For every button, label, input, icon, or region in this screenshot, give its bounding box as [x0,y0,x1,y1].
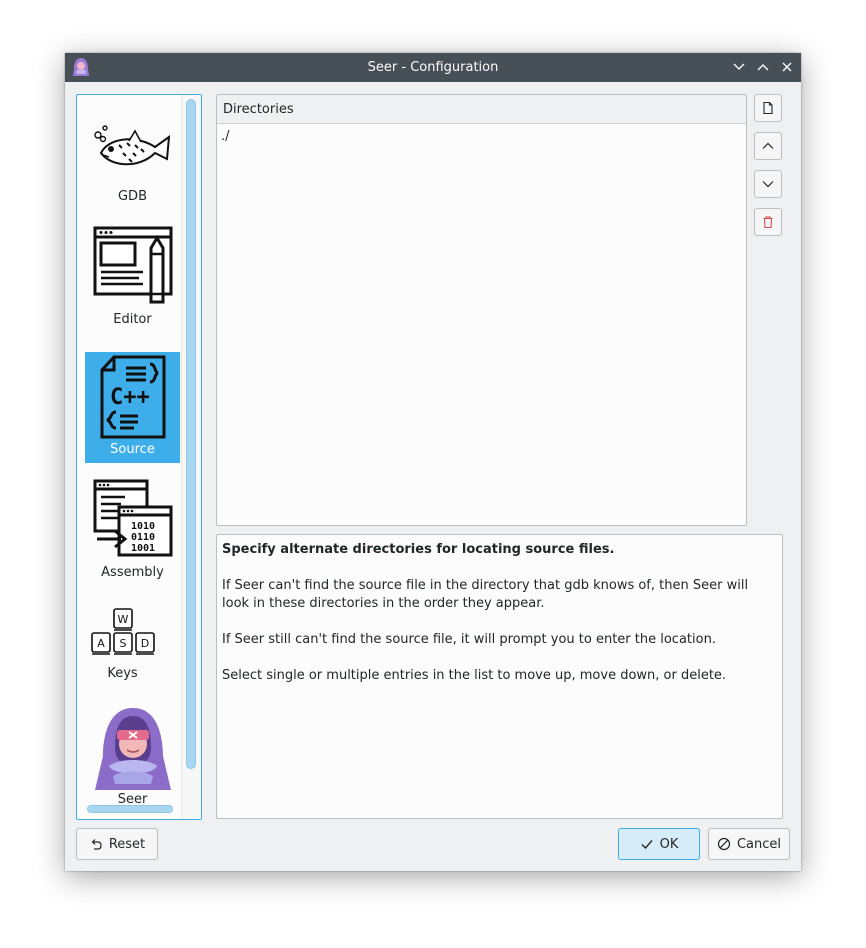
title-bar: Seer - Configuration [65,53,801,82]
cancel-button[interactable]: Cancel [708,828,790,860]
sidebar-item-editor[interactable]: Editor [85,222,180,333]
cpp-source-icon: C++ [100,355,165,439]
undo-icon [91,839,102,850]
chevron-up-icon [762,142,774,149]
sidebar-item-seer[interactable]: Seer [85,702,180,813]
help-paragraph-2: If Seer still can't find the source file… [222,632,716,647]
key-a: A [97,637,105,650]
chevron-down-icon [762,181,774,188]
svg-text:0110: 0110 [131,532,155,543]
sidebar-item-label: GDB [117,189,147,204]
help-paragraph-1: If Seer can't find the source file in th… [222,578,749,611]
configuration-dialog: Seer - Configuration GDB Editor C++ Sour… [65,53,801,871]
help-paragraph-3: Select single or multiple entries in the… [222,668,727,683]
add-entry-button[interactable] [754,94,782,122]
checkmark-icon [641,840,653,850]
sidebar-item-gdb[interactable]: GDB [85,99,180,210]
sidebar-item-keys[interactable]: W A S D Keys [85,598,180,688]
chevron-up-icon [757,64,769,71]
editor-icon [93,226,172,304]
assembly-icon: 1010 0110 1001 [93,479,172,557]
directories-list[interactable]: Directories ./ [216,94,747,526]
category-list[interactable]: GDB Editor C++ Source 1010 0110 1001 Ass… [76,94,202,820]
seer-hooded-icon [94,708,171,790]
sidebar-item-source[interactable]: C++ Source [85,352,180,463]
move-down-button[interactable] [754,170,782,198]
help-heading: Specify alternate directories for locati… [222,542,615,557]
key-w: W [117,613,128,626]
minimize-button[interactable] [731,59,747,75]
sidebar-item-assembly[interactable]: 1010 0110 1001 Assembly [85,475,180,586]
directories-header[interactable]: Directories [217,95,746,124]
move-up-button[interactable] [754,132,782,160]
vertical-scrollbar[interactable] [186,99,196,769]
svg-text:1001: 1001 [131,543,155,554]
ok-button[interactable]: OK [618,828,700,860]
gdb-fish-icon [93,125,170,166]
trash-icon [763,216,773,229]
svg-text:C++: C++ [110,385,150,410]
sidebar-item-label: Assembly [101,565,164,580]
horizontal-scrollbar[interactable] [87,805,173,813]
sidebar-item-label: Keys [107,666,138,681]
cancel-icon [717,837,731,851]
chevron-down-icon [733,63,745,70]
sidebar-item-label: Editor [113,312,152,327]
key-d: D [140,637,148,650]
svg-text:1010: 1010 [131,521,155,532]
close-button[interactable] [779,59,795,75]
reset-button[interactable]: Reset [76,828,158,860]
new-document-icon [763,101,773,115]
maximize-button[interactable] [755,59,771,75]
close-icon [782,62,792,72]
key-s: S [119,637,126,650]
delete-entry-button[interactable] [754,208,782,236]
window-title: Seer - Configuration [367,60,499,75]
help-text-panel: Specify alternate directories for locati… [216,534,783,819]
directory-entry[interactable]: ./ [221,129,230,144]
wasd-keys-icon: W A S D [90,608,155,655]
sidebar-item-label: Source [110,442,155,457]
